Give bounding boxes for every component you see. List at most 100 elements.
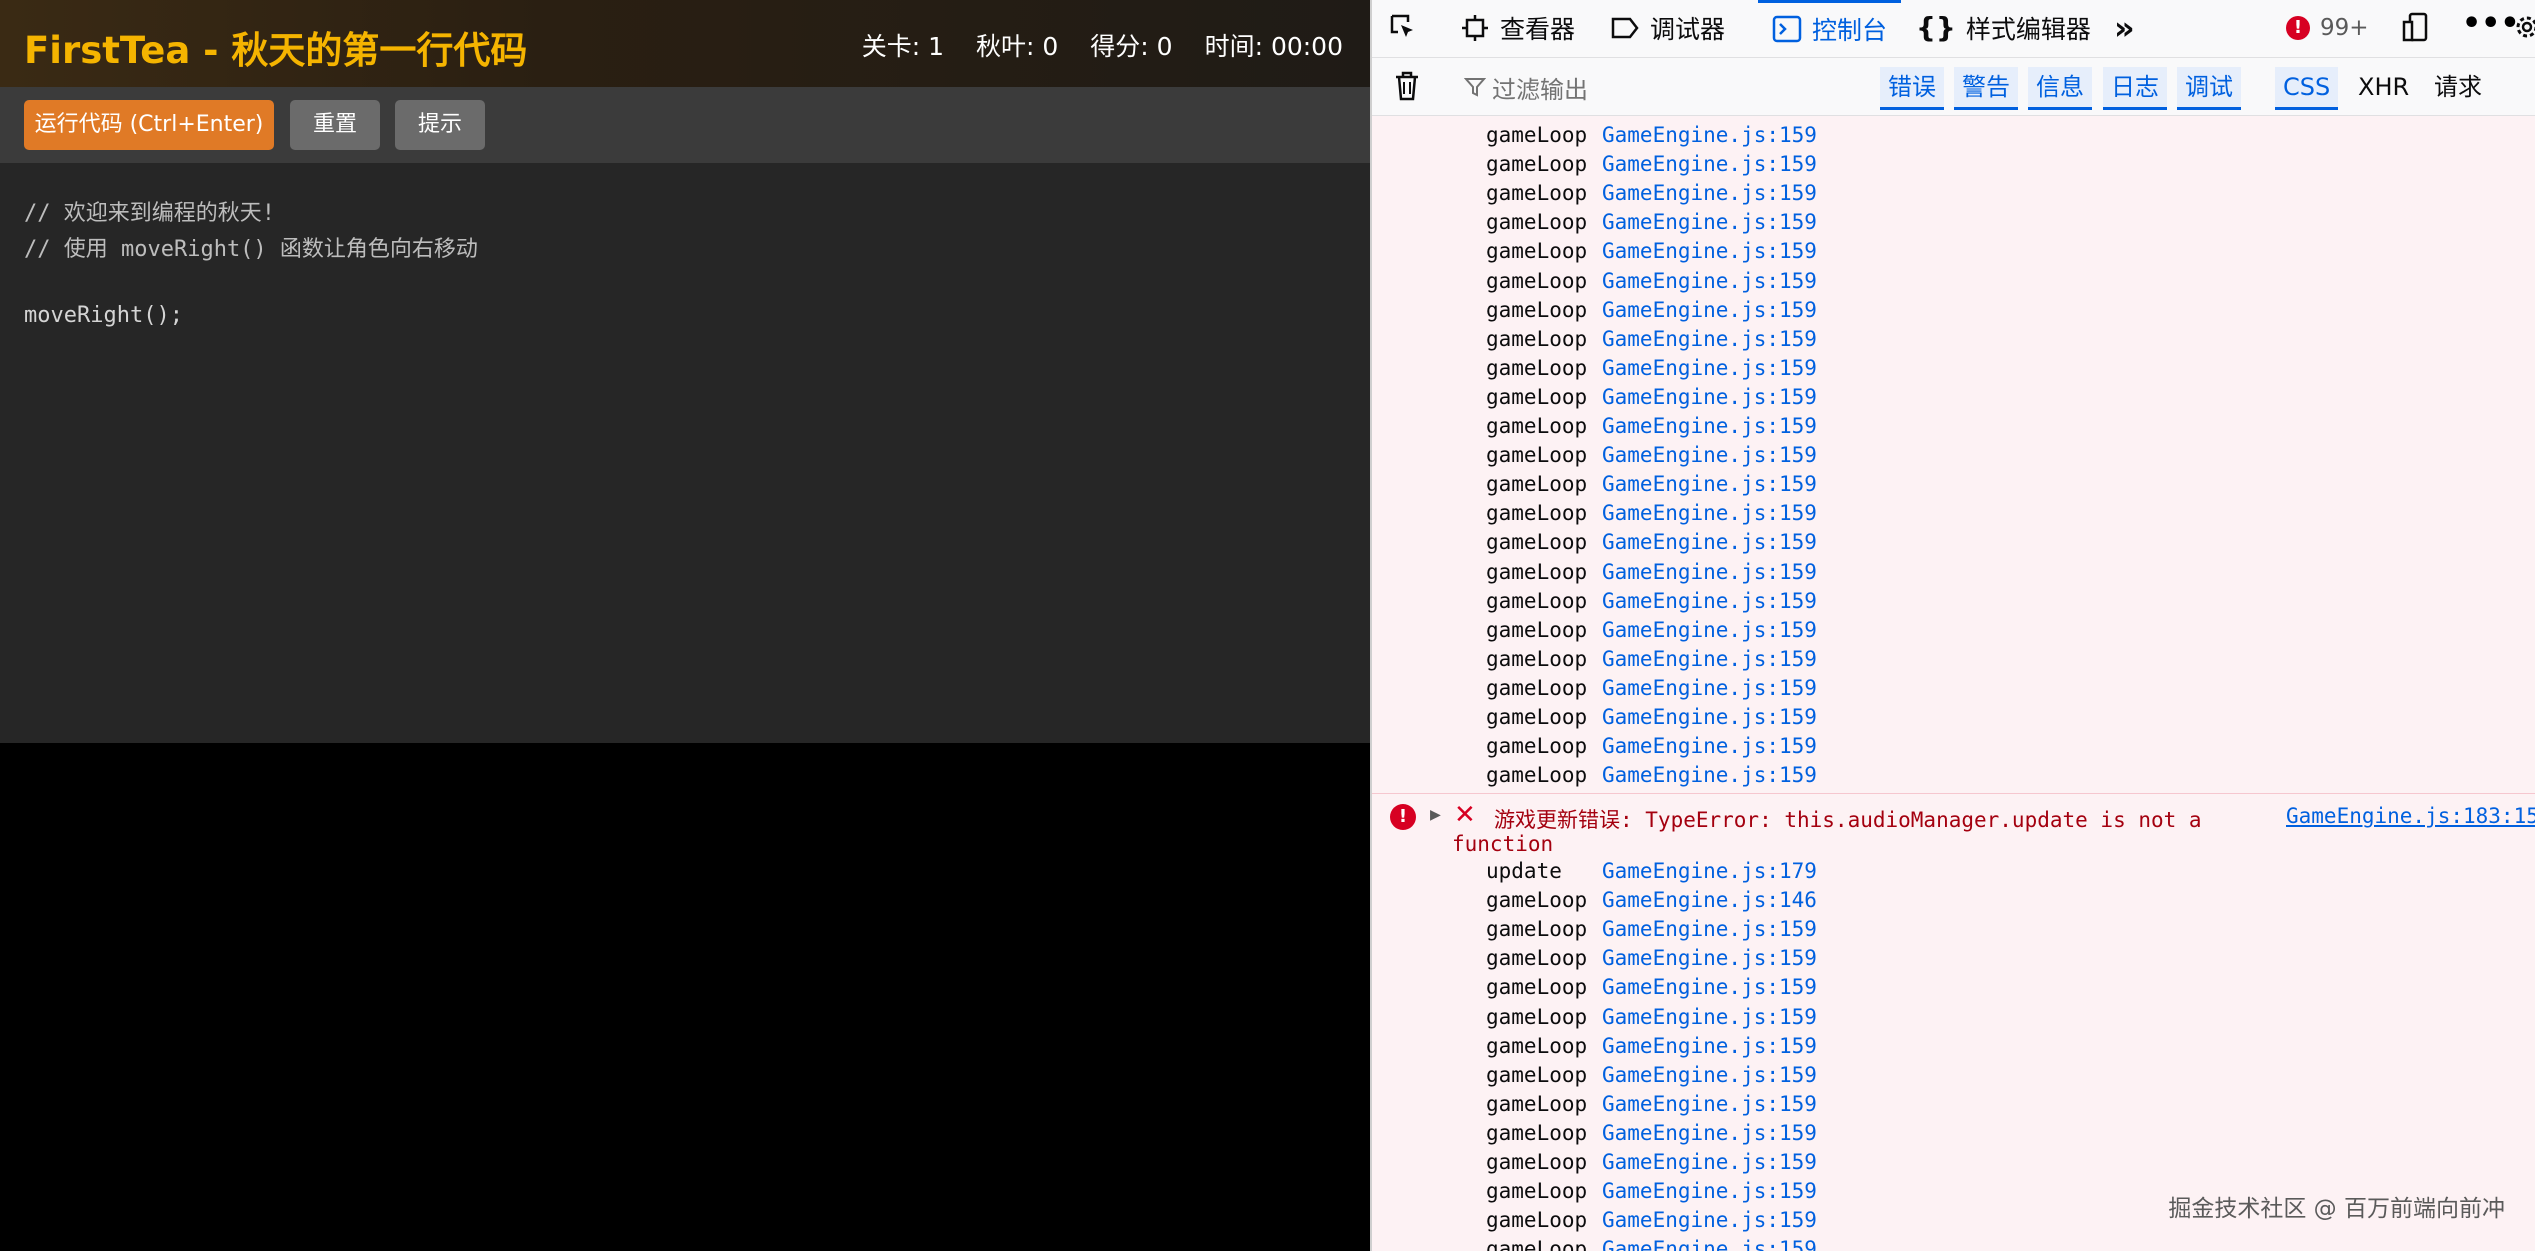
stack-frame-function: gameLoop — [1486, 734, 1588, 759]
error-count: 99+ — [2320, 14, 2369, 41]
stack-frame: gameLoop GameEngine.js:159 — [1486, 1034, 1817, 1058]
stack-frame-source-link[interactable]: GameEngine.js:159 — [1602, 589, 1817, 613]
stack-frame-source-link[interactable]: GameEngine.js:159 — [1602, 676, 1817, 700]
stack-frame: gameLoop GameEngine.js:159 — [1486, 1005, 1817, 1029]
time-stat: 时间: 00:00 — [1204, 32, 1343, 61]
error-icon: ! — [1390, 804, 1416, 830]
stack-frame-source-link[interactable]: GameEngine.js:159 — [1602, 1121, 1817, 1145]
stack-frame-source-link[interactable]: GameEngine.js:159 — [1602, 298, 1817, 322]
stack-frame: gameLoop GameEngine.js:159 — [1486, 472, 1817, 496]
stack-frame-source-link[interactable]: GameEngine.js:159 — [1602, 734, 1817, 758]
stack-frame: gameLoop GameEngine.js:159 — [1486, 181, 1817, 205]
console-error-message: ! ▶ ✕ 游戏更新错误: TypeError: this.audioManag… — [1372, 793, 2535, 1251]
stack-frame-source-link[interactable]: GameEngine.js:159 — [1602, 705, 1817, 729]
tab-inspector[interactable]: 查看器 — [1460, 0, 1575, 55]
stack-frame-function: gameLoop — [1486, 181, 1588, 206]
stack-frame-function: gameLoop — [1486, 617, 1588, 642]
stack-frame-source-link[interactable]: GameEngine.js:159 — [1602, 1150, 1817, 1174]
stack-frame-source-link[interactable]: GameEngine.js:159 — [1602, 1208, 1817, 1232]
stack-frame-source-link[interactable]: GameEngine.js:159 — [1602, 647, 1817, 671]
clear-console-trash-icon[interactable] — [1394, 70, 1420, 106]
stack-frame-source-link[interactable]: GameEngine.js:159 — [1602, 356, 1817, 380]
stack-frame-source-link[interactable]: GameEngine.js:159 — [1602, 560, 1817, 584]
devtools-panel: 查看器 调试器 控制台 {} 样式编辑器 » ! 99+ ••• 过滤输出 错误… — [1372, 0, 2535, 1251]
stack-frame-source-link[interactable]: GameEngine.js:159 — [1602, 152, 1817, 176]
stack-frame-source-link[interactable]: GameEngine.js:159 — [1602, 123, 1817, 147]
stack-frame-source-link[interactable]: GameEngine.js:159 — [1602, 1179, 1817, 1203]
stack-frame: gameLoop GameEngine.js:159 — [1486, 414, 1817, 438]
game-page: FirstTea - 秋天的第一行代码 关卡: 1 秋叶: 0 得分: 0 时间… — [0, 0, 1370, 1251]
stack-frame-function: gameLoop — [1486, 152, 1588, 177]
filter-logs[interactable]: 日志 — [2103, 67, 2167, 110]
stack-frame: gameLoop GameEngine.js:159 — [1486, 385, 1817, 409]
stack-frame: gameLoop GameEngine.js:159 — [1486, 618, 1817, 642]
filter-errors[interactable]: 错误 — [1880, 67, 1944, 110]
cross-mark-icon: ✕ — [1454, 800, 1476, 830]
stack-frame-source-link[interactable]: GameEngine.js:159 — [1602, 443, 1817, 467]
stack-frame-source-link[interactable]: GameEngine.js:159 — [1602, 239, 1817, 263]
tab-label: 控制台 — [1812, 16, 1888, 45]
stack-frame: gameLoop GameEngine.js:146 — [1486, 888, 1817, 912]
stack-frame-function: gameLoop — [1486, 588, 1588, 613]
responsive-design-icon[interactable] — [2402, 12, 2432, 48]
error-source-link[interactable]: GameEngine.js:183:15 — [2286, 804, 2535, 828]
filter-xhr[interactable]: XHR — [2350, 67, 2417, 107]
braces-icon: {} — [1916, 11, 1956, 44]
error-counter[interactable]: ! 99+ — [2286, 0, 2369, 55]
stack-frame-source-link[interactable]: GameEngine.js:179 — [1602, 859, 1817, 883]
stack-frame: gameLoop GameEngine.js:159 — [1486, 647, 1817, 671]
stack-frame-source-link[interactable]: GameEngine.js:159 — [1602, 946, 1817, 970]
more-options-icon[interactable]: ••• — [2462, 6, 2520, 41]
stack-frame-source-link[interactable]: GameEngine.js:159 — [1602, 269, 1817, 293]
stack-frame-function: gameLoop — [1486, 1150, 1588, 1174]
reset-button[interactable]: 重置 — [290, 100, 380, 150]
code-line: // 使用 moveRight() 函数让角色向右移动 — [24, 237, 478, 262]
stack-frame-function: gameLoop — [1486, 646, 1588, 671]
expand-triangle-icon[interactable]: ▶ — [1430, 804, 1441, 825]
stack-frame-source-link[interactable]: GameEngine.js:159 — [1602, 385, 1817, 409]
stack-frame-source-link[interactable]: GameEngine.js:159 — [1602, 1034, 1817, 1058]
stack-frame-function: gameLoop — [1486, 297, 1588, 322]
run-code-button[interactable]: 运行代码 (Ctrl+Enter) — [24, 100, 274, 150]
stack-frame-source-link[interactable]: GameEngine.js:159 — [1602, 414, 1817, 438]
hint-button[interactable]: 提示 — [395, 100, 485, 150]
stack-frame-source-link[interactable]: GameEngine.js:159 — [1602, 1237, 1817, 1251]
stack-frame-source-link[interactable]: GameEngine.js:159 — [1602, 210, 1817, 234]
stack-frame: gameLoop GameEngine.js:159 — [1486, 1208, 1817, 1232]
filter-output-input[interactable]: 过滤输出 — [1492, 70, 1588, 105]
tab-style-editor[interactable]: {} 样式编辑器 — [1916, 0, 2091, 55]
more-tabs-chevron-icon[interactable]: » — [2114, 0, 2135, 55]
stack-frame-function: gameLoop — [1486, 705, 1588, 729]
stack-frame-function: gameLoop — [1486, 1004, 1588, 1029]
filter-debug[interactable]: 调试 — [2177, 67, 2241, 110]
stack-frame-source-link[interactable]: GameEngine.js:159 — [1602, 501, 1817, 525]
stack-frame-source-link[interactable]: GameEngine.js:146 — [1602, 888, 1817, 912]
settings-gear-icon[interactable] — [2512, 12, 2535, 46]
stack-frame-source-link[interactable]: GameEngine.js:159 — [1602, 1063, 1817, 1087]
game-canvas[interactable] — [0, 743, 1370, 1251]
stack-frame-source-link[interactable]: GameEngine.js:159 — [1602, 917, 1817, 941]
filter-info[interactable]: 信息 — [2028, 67, 2092, 110]
tab-console[interactable]: 控制台 — [1758, 0, 1902, 55]
filter-warnings[interactable]: 警告 — [1954, 67, 2018, 110]
filter-css[interactable]: CSS — [2275, 67, 2339, 110]
stack-frame-source-link[interactable]: GameEngine.js:159 — [1602, 530, 1817, 554]
element-picker-icon[interactable] — [1388, 12, 1418, 42]
stack-frame-function: gameLoop — [1486, 1091, 1588, 1116]
code-editor[interactable]: // 欢迎来到编程的秋天! // 使用 moveRight() 函数让角色向右移… — [0, 163, 1370, 743]
stack-frame-source-link[interactable]: GameEngine.js:159 — [1602, 1005, 1817, 1029]
tab-debugger[interactable]: 调试器 — [1610, 0, 1725, 55]
stack-frame-source-link[interactable]: GameEngine.js:159 — [1602, 1092, 1817, 1116]
stack-frame-source-link[interactable]: GameEngine.js:159 — [1602, 181, 1817, 205]
stack-frame-source-link[interactable]: GameEngine.js:159 — [1602, 975, 1817, 999]
stack-frame: gameLoop GameEngine.js:159 — [1486, 152, 1817, 176]
stack-frame-source-link[interactable]: GameEngine.js:159 — [1602, 763, 1817, 787]
stack-frame-source-link[interactable]: GameEngine.js:159 — [1602, 472, 1817, 496]
filter-requests[interactable]: 请求 — [2426, 67, 2490, 107]
stack-frame-function: gameLoop — [1486, 946, 1588, 971]
stack-frame-source-link[interactable]: GameEngine.js:159 — [1602, 327, 1817, 351]
stack-frame-function: update — [1486, 859, 1562, 883]
stack-frame-source-link[interactable]: GameEngine.js:159 — [1602, 618, 1817, 642]
stack-frame-function: gameLoop — [1486, 559, 1588, 584]
game-stats: 关卡: 1 秋叶: 0 得分: 0 时间: 00:00 — [862, 27, 1343, 63]
